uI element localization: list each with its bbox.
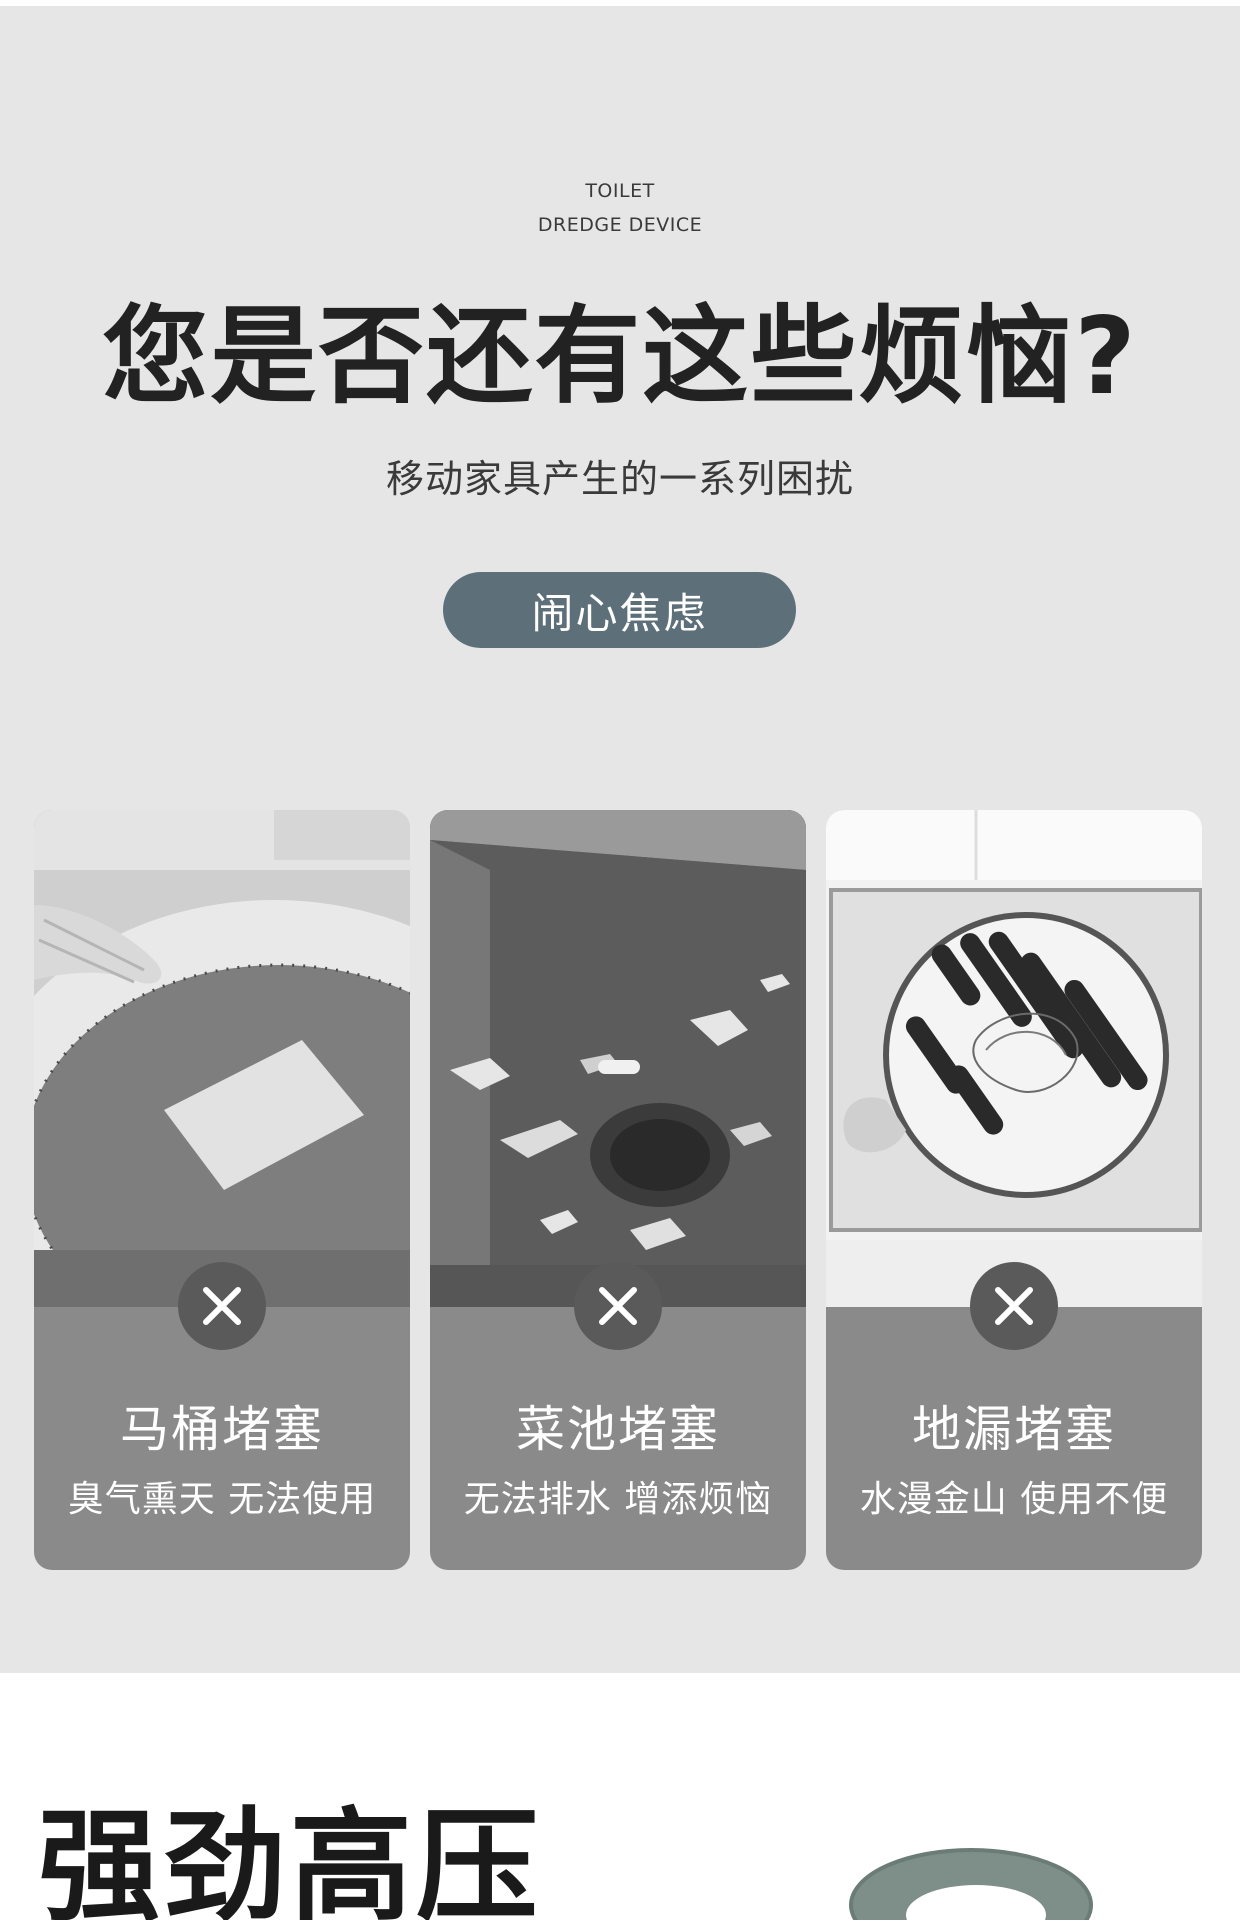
plunger-ring-product-image [846, 1830, 1096, 1920]
anxiety-pill-badge: 闹心焦虑 [443, 572, 796, 648]
problem-card-floor-drain: 地漏堵塞 水漫金山 使用不便 [826, 810, 1202, 1570]
close-x-icon [574, 1262, 662, 1350]
page-subheadline: 移动家具产生的一系列困扰 [385, 457, 854, 501]
eyebrow-line-2: DREDGE DEVICE [537, 214, 703, 236]
card-title: 菜池堵塞 [515, 1401, 720, 1458]
card-description: 臭气熏天 无法使用 [67, 1479, 377, 1520]
section-title-high-pressure: 强劲高压 [38, 1796, 542, 1920]
close-x-icon [178, 1262, 266, 1350]
toilet-clog-photo [34, 810, 410, 1307]
close-x-icon [970, 1262, 1058, 1350]
problem-card-toilet: 马桶堵塞 臭气熏天 无法使用 [34, 810, 410, 1570]
floor-drain-clog-photo [826, 810, 1202, 1307]
card-description: 水漫金山 使用不便 [859, 1479, 1169, 1520]
eyebrow-line-1: TOILET [585, 180, 655, 202]
problems-section: TOILET DREDGE DEVICE 您是否还有这些烦恼? 移动家具产生的一… [0, 0, 1240, 1673]
card-title: 地漏堵塞 [911, 1401, 1116, 1458]
sink-clog-photo [430, 810, 806, 1307]
problem-card-sink: 菜池堵塞 无法排水 增添烦恼 [430, 810, 806, 1570]
card-description: 无法排水 增添烦恼 [463, 1479, 773, 1520]
top-divider [0, 0, 1240, 6]
card-title: 马桶堵塞 [119, 1401, 324, 1458]
page-headline: 您是否还有这些烦恼? [102, 295, 1138, 418]
